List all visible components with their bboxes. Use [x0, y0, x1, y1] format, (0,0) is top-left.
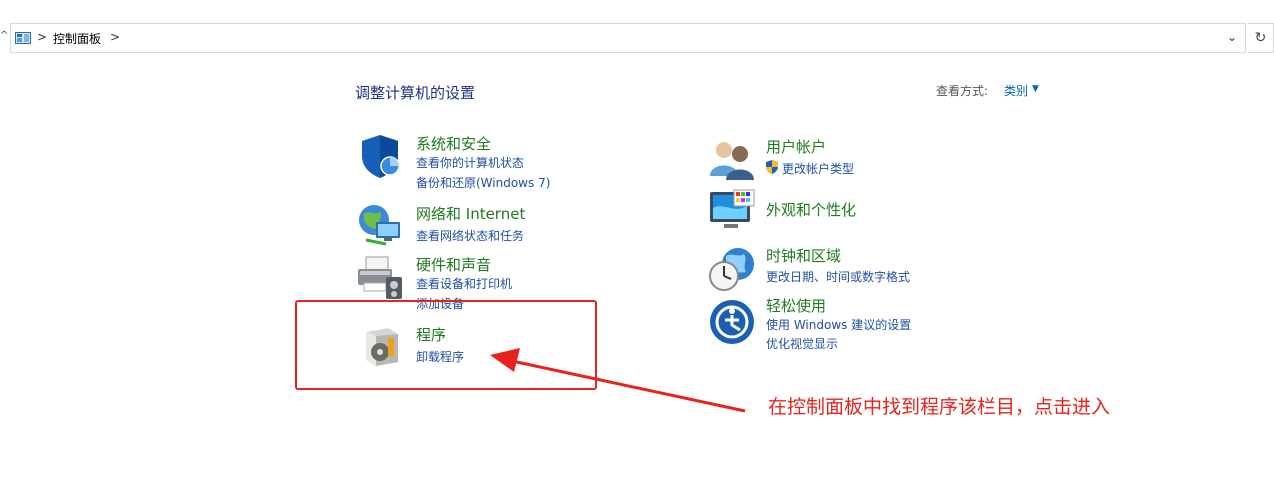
chevron-down-icon[interactable]: ⌄ — [1227, 30, 1237, 44]
network-globe-icon[interactable] — [356, 200, 404, 248]
category-clock-region[interactable]: 时钟和区域 — [766, 245, 841, 266]
uac-shield-icon — [766, 160, 778, 174]
category-appearance[interactable]: 外观和个性化 — [766, 199, 856, 220]
view-by-label: 查看方式: — [936, 84, 989, 98]
shield-icon[interactable] — [356, 132, 404, 180]
refresh-button[interactable]: ↻ — [1248, 23, 1274, 53]
link-view-computer-status[interactable]: 查看你的计算机状态 — [416, 154, 524, 171]
link-change-account-type[interactable]: 更改帐户类型 — [782, 160, 854, 177]
view-by-dropdown[interactable]: 类别 — [1004, 82, 1028, 99]
category-hardware-sound[interactable]: 硬件和声音 — [416, 254, 491, 275]
monitor-palette-icon[interactable] — [708, 188, 756, 236]
category-system-security[interactable]: 系统和安全 — [416, 133, 491, 154]
annotation-text: 在控制面板中找到程序该栏目，点击进入 — [768, 396, 1111, 418]
link-optimize-display[interactable]: 优化视觉显示 — [766, 335, 838, 352]
nav-up-button[interactable]: ^ — [0, 30, 8, 46]
chevron-right-icon[interactable]: > — [110, 30, 120, 44]
category-ease-of-access[interactable]: 轻松使用 — [766, 295, 826, 316]
page-title: 调整计算机的设置 — [355, 84, 476, 102]
category-network-internet[interactable]: 网络和 Internet — [416, 203, 525, 224]
link-recommended-settings[interactable]: 使用 Windows 建议的设置 — [766, 316, 911, 333]
link-devices-printers[interactable]: 查看设备和打印机 — [416, 275, 512, 292]
address-bar[interactable]: > 控制面板 > ⌄ — [10, 23, 1246, 53]
clock-globe-icon[interactable] — [708, 244, 756, 292]
annotation-highlight-box — [295, 300, 597, 390]
caret-down-icon[interactable]: ▼ — [1032, 84, 1039, 94]
link-network-status[interactable]: 查看网络状态和任务 — [416, 227, 524, 244]
chevron-right-icon: > — [37, 30, 48, 44]
breadcrumb-control-panel[interactable]: 控制面板 — [53, 30, 101, 47]
user-accounts-icon[interactable] — [708, 134, 756, 182]
category-user-accounts[interactable]: 用户帐户 — [766, 136, 826, 157]
ease-of-access-icon[interactable] — [708, 298, 756, 346]
link-change-date-time[interactable]: 更改日期、时间或数字格式 — [766, 268, 910, 285]
link-backup-restore[interactable]: 备份和还原(Windows 7) — [416, 174, 550, 191]
control-panel-icon — [15, 32, 31, 44]
printer-icon[interactable] — [356, 253, 404, 301]
